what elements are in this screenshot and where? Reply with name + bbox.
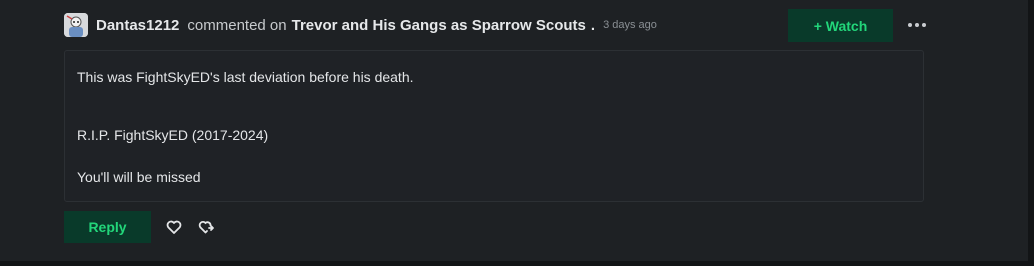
share-icon[interactable]: [198, 218, 216, 236]
more-options-button[interactable]: [904, 13, 930, 37]
comment-verb: commented on: [187, 16, 287, 34]
heart-icon[interactable]: [165, 218, 183, 236]
user-avatar[interactable]: [64, 13, 88, 37]
comment-body: This was FightSkyED's last deviation bef…: [64, 50, 924, 202]
title-separator: .: [590, 16, 596, 34]
page-edge: [1028, 0, 1034, 266]
more-horizontal-icon-dot: [922, 23, 926, 27]
more-horizontal-icon-dot: [915, 23, 919, 27]
comment-paragraph: R.I.P. FightSkyED (2017-2024): [77, 127, 269, 143]
reply-button[interactable]: Reply: [64, 211, 151, 243]
comment-card: Dantas1212 commented on Trevor and His G…: [0, 0, 1034, 266]
page-bottom-edge: [0, 261, 1034, 266]
watch-button[interactable]: + Watch: [788, 9, 893, 42]
comment-paragraph: You'll will be missed: [77, 169, 201, 185]
deviation-link[interactable]: Trevor and His Gangs as Sparrow Scouts: [292, 17, 586, 34]
author-link[interactable]: Dantas1212: [96, 17, 179, 34]
comment-header: Dantas1212 commented on Trevor and His G…: [64, 12, 657, 38]
more-horizontal-icon: [908, 23, 912, 27]
comment-timestamp[interactable]: 3 days ago: [603, 19, 657, 31]
comment-paragraph: This was FightSkyED's last deviation bef…: [77, 69, 414, 85]
